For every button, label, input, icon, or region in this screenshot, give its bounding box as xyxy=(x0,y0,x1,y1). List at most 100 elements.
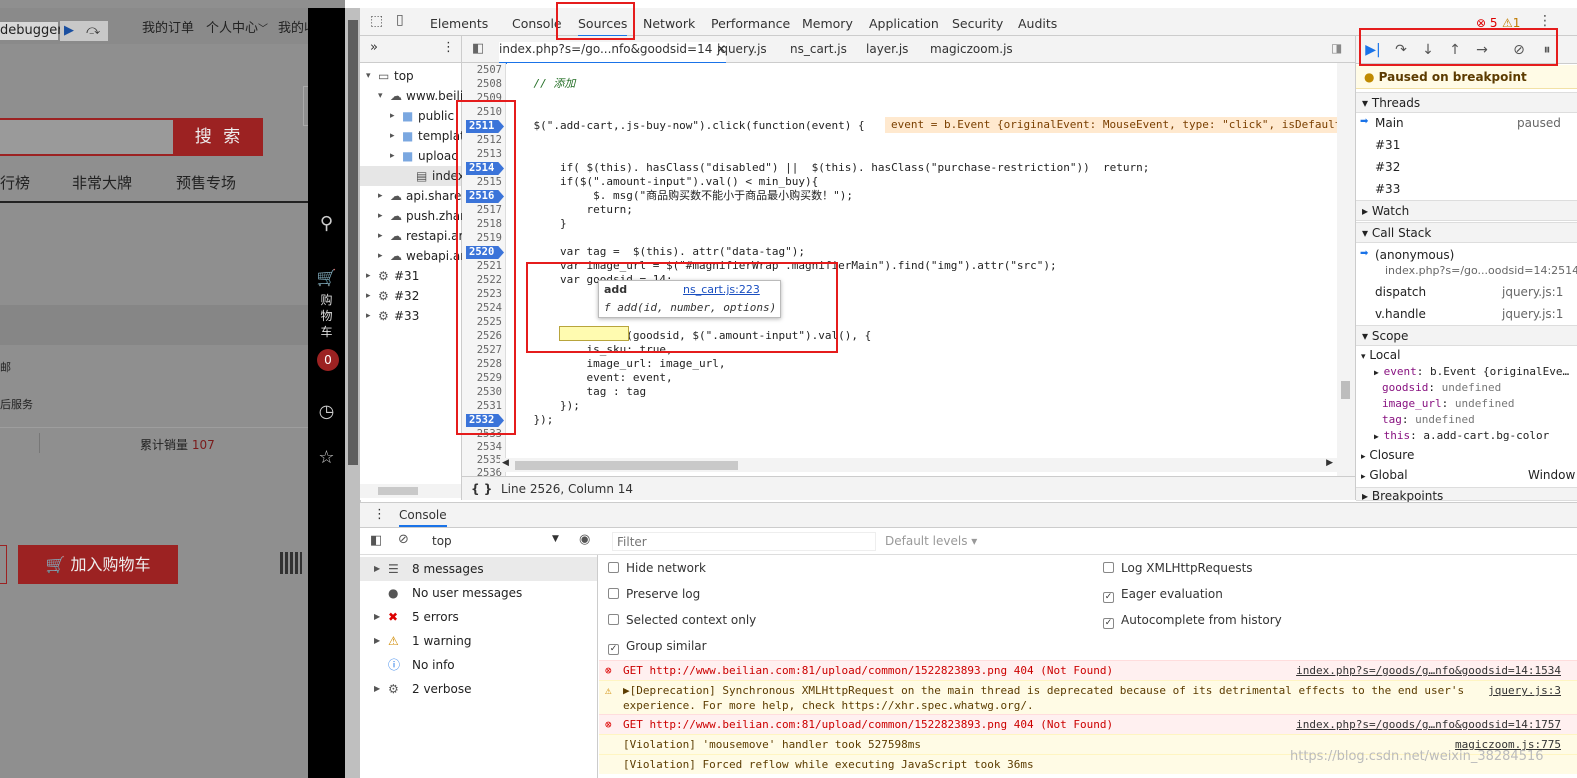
tab-sources[interactable]: Sources xyxy=(578,16,628,37)
step-over-icon[interactable]: ⤼ xyxy=(86,23,100,38)
line-number[interactable]: 2524 xyxy=(462,301,502,315)
scope-variable[interactable]: ▶ event: b.Event {originalEve… xyxy=(1374,365,1569,378)
thread-name[interactable]: #31 xyxy=(1375,138,1400,152)
tooltip-source-link[interactable]: ns_cart.js:223 xyxy=(683,283,760,296)
watch-section-header[interactable]: ▸ Watch xyxy=(1356,200,1577,221)
scope-section-header[interactable]: ▾ Scope xyxy=(1356,325,1577,346)
line-number[interactable]: 2517 xyxy=(462,203,502,217)
tree-item[interactable]: ▸ ☁ push.zhar xyxy=(360,206,465,226)
scope-global[interactable]: ▸ Global xyxy=(1361,468,1408,482)
console-sidebar-item[interactable]: ▶ ☰ 8 messages xyxy=(360,557,597,581)
tab-audits[interactable]: Audits xyxy=(1018,16,1057,31)
navigator-scrollbar-thumb[interactable] xyxy=(378,487,418,495)
device-toolbar-icon[interactable]: ▯ xyxy=(396,12,404,28)
line-number[interactable]: 2529 xyxy=(462,371,502,385)
console-message-source[interactable]: index.php?s=/goods/g…nfo&goodsid=14:1534 xyxy=(1296,661,1561,680)
top-link-profile[interactable]: 个人中心﹀ xyxy=(206,17,268,36)
step-icon[interactable]: → xyxy=(1471,40,1493,60)
chevron-down-icon[interactable]: ▼ xyxy=(552,534,559,544)
file-tab-magiczoom[interactable]: magiczoom.js xyxy=(930,42,1013,56)
breakpoints-section-header[interactable]: ▸ Breakpoints xyxy=(1356,487,1577,503)
error-counter[interactable]: ⊗ 5 xyxy=(1476,16,1498,30)
tab-security[interactable]: Security xyxy=(952,16,1003,31)
callframe-location[interactable]: index.php?s=/go...oodsid=14:2514 xyxy=(1385,264,1577,277)
checkbox[interactable] xyxy=(608,562,619,573)
line-number[interactable]: 2534 xyxy=(462,440,502,454)
tree-item[interactable]: ▸ ☁ webapi.ar xyxy=(360,246,465,266)
nav-item-presale[interactable]: 预售专场 xyxy=(176,172,236,193)
console-sidebar-item[interactable]: ⓘ No info xyxy=(360,653,597,677)
tab-elements[interactable]: Elements xyxy=(430,16,488,31)
line-number[interactable]: 2519 xyxy=(462,231,502,245)
line-number[interactable]: 2508 xyxy=(462,77,502,91)
console-message[interactable]: ⊗ GET http://www.beilian.com:81/upload/co… xyxy=(599,714,1577,734)
breakpoint-marker[interactable]: 2514 xyxy=(466,162,504,175)
line-number[interactable]: 2533 xyxy=(462,427,502,441)
tree-item[interactable]: ▸ ⚙ #31 xyxy=(360,266,461,286)
console-option[interactable]: ✓ Group similar xyxy=(608,639,707,655)
callframe-location[interactable]: jquery.js:1 xyxy=(1502,285,1563,299)
star-icon[interactable]: ☆ xyxy=(308,447,345,468)
inspect-icon[interactable]: ⬚ xyxy=(370,13,383,29)
nav-item-brands[interactable]: 非常大牌 xyxy=(72,172,132,193)
scope-variable[interactable]: tag: undefined xyxy=(1382,413,1475,426)
line-number[interactable]: 2513 xyxy=(462,147,502,161)
line-number[interactable]: 2525 xyxy=(462,315,502,329)
drawer-menu-icon[interactable]: ⋮ xyxy=(373,507,386,522)
console-option[interactable]: Hide network xyxy=(608,561,706,575)
checkbox[interactable] xyxy=(608,614,619,625)
pretty-print-icon[interactable]: { } xyxy=(471,477,492,501)
tree-item[interactable]: ▤ index.p xyxy=(360,166,476,186)
callframe-name[interactable]: (anonymous) xyxy=(1375,248,1454,262)
console-sidebar-item[interactable]: ▶ ⚙ 2 verbose xyxy=(360,677,597,701)
console-message-source[interactable]: index.php?s=/goods/g…nfo&goodsid=14:1757 xyxy=(1296,715,1561,734)
line-number[interactable]: 2528 xyxy=(462,357,502,371)
tree-item[interactable]: ▸ ■ public xyxy=(360,106,461,126)
breakpoint-marker[interactable]: 2532 xyxy=(466,414,504,427)
step-into-icon[interactable]: ↓ xyxy=(1417,40,1439,60)
line-number[interactable]: 2521 xyxy=(462,259,502,273)
console-option[interactable]: ✓ Autocomplete from history xyxy=(1103,613,1282,629)
scope-local[interactable]: ▾ Local xyxy=(1361,348,1400,362)
pause-on-exceptions-icon[interactable]: ⏸ xyxy=(1536,40,1558,60)
breakpoint-marker[interactable]: 2516 xyxy=(466,190,504,203)
checkbox[interactable] xyxy=(1103,562,1114,573)
console-message[interactable]: experience. For more help, check https:/… xyxy=(599,697,1577,714)
tree-item[interactable]: ▸ ■ templat xyxy=(360,126,465,146)
step-over-icon[interactable]: ↷ xyxy=(1390,40,1412,60)
line-number-gutter[interactable]: 2507 2508 2509 2510 2511 2512 2513 2514 2515 2516… xyxy=(462,63,506,476)
editor-v-scrollbar-thumb[interactable] xyxy=(1341,381,1350,399)
line-number[interactable]: 2523 xyxy=(462,287,502,301)
deactivate-breakpoints-icon[interactable]: ⊘ xyxy=(1508,40,1530,60)
line-number[interactable]: 2531 xyxy=(462,399,502,413)
console-sidebar-item[interactable]: ● No user messages xyxy=(360,581,597,605)
checkbox[interactable] xyxy=(608,588,619,599)
tab-performance[interactable]: Performance xyxy=(711,16,790,31)
tab-memory[interactable]: Memory xyxy=(802,16,853,31)
tree-item[interactable]: ▸ ☁ restapi.ar xyxy=(360,226,463,246)
file-tab-jquery[interactable]: jquery.js xyxy=(717,42,767,56)
tree-item[interactable]: ▾ ☁ www.beili xyxy=(360,86,463,106)
console-sidebar-item[interactable]: ▶ ✖ 5 errors xyxy=(360,605,597,629)
add-to-cart-button[interactable]: 🛒 加入购物车 xyxy=(18,545,178,584)
editor-v-scrollbar[interactable] xyxy=(1337,63,1355,476)
line-number[interactable]: 2536 xyxy=(462,466,502,476)
threads-section-header[interactable]: ▾ Threads xyxy=(1356,92,1577,113)
sidebar-cart-label[interactable]: 购物车 xyxy=(308,292,345,340)
file-tab-layer[interactable]: layer.js xyxy=(866,42,908,56)
tree-item[interactable]: ▸ ■ uploac xyxy=(360,146,461,166)
callframe-name[interactable]: v.handle xyxy=(1375,307,1426,321)
line-number[interactable]: 2507 xyxy=(462,63,502,77)
debugger-controls[interactable]: ▶ ⤼ xyxy=(60,21,108,41)
scroll-right-icon[interactable]: ▶ xyxy=(1326,458,1333,468)
line-number[interactable]: 2527 xyxy=(462,343,502,357)
editor-h-scrollbar-thumb[interactable] xyxy=(515,461,738,470)
callstack-section-header[interactable]: ▾ Call Stack xyxy=(1356,222,1577,243)
tree-item[interactable]: ▸ ⚙ #33 xyxy=(360,306,461,326)
user-icon[interactable]: ⚲ xyxy=(308,213,345,234)
search-button[interactable]: 搜 索 xyxy=(175,118,263,156)
more-tabs-icon[interactable]: » xyxy=(370,40,378,55)
scope-variable[interactable]: ▶ this: a.add-cart.bg-color xyxy=(1374,429,1549,442)
scope-variable[interactable]: goodsid: undefined xyxy=(1382,381,1501,394)
console-option[interactable]: Log XMLHttpRequests xyxy=(1103,561,1253,575)
